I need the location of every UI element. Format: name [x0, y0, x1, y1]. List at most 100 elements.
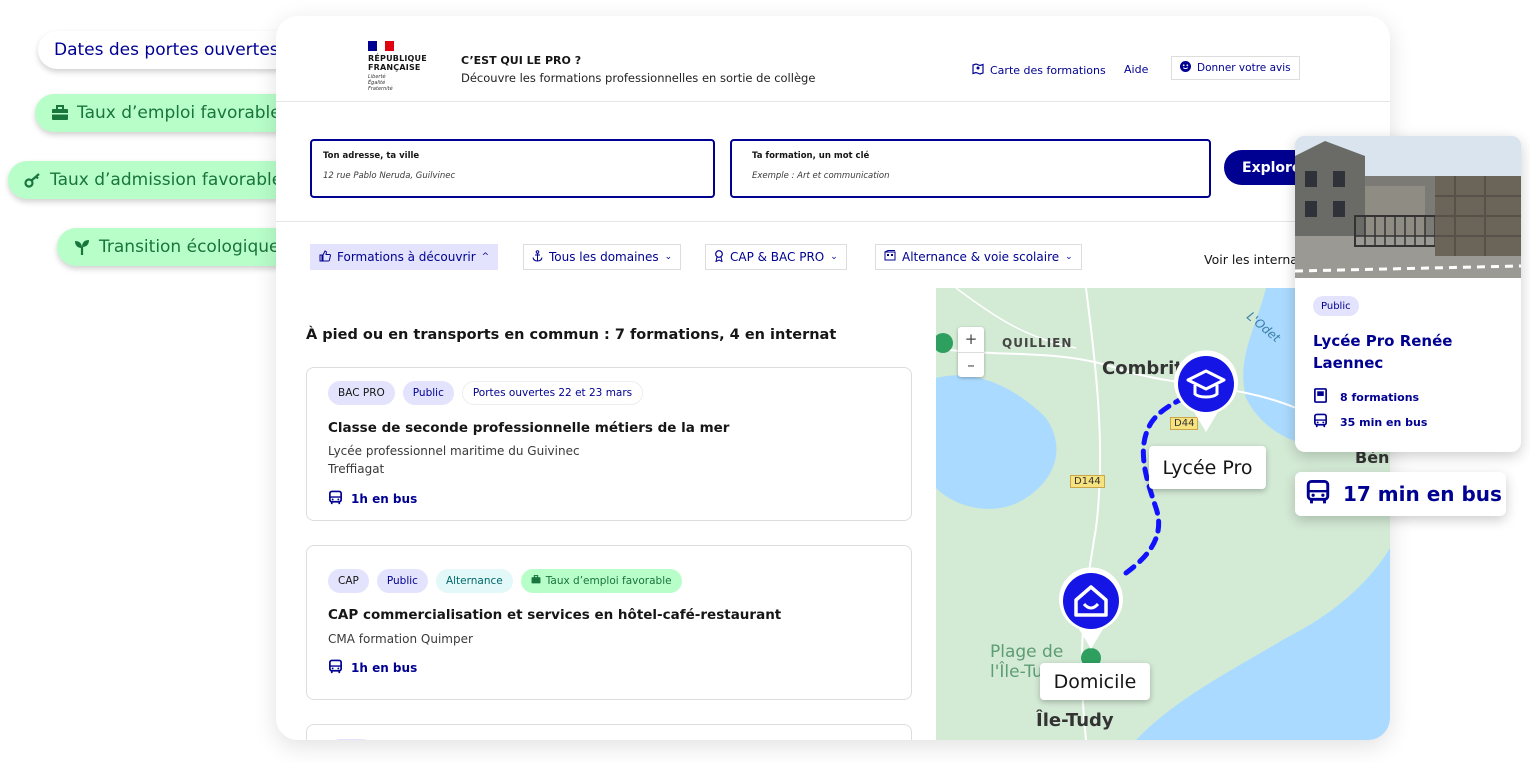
- pill-taux-admission[interactable]: Taux d’admission favorable: [8, 161, 299, 199]
- filter-voie[interactable]: Alternance & voie scolaire ⌄: [875, 244, 1082, 270]
- tag-public: Public: [376, 569, 428, 593]
- card-transport: 1h en bus: [328, 490, 417, 508]
- pill-portes-label: Dates des portes ouvertes: [54, 40, 279, 60]
- thumbs-up-icon: [319, 249, 331, 265]
- tag-placeholder: [328, 739, 374, 740]
- callout-domicile: Domicile: [1040, 663, 1150, 700]
- school-duration-label: 35 min en bus: [1340, 415, 1428, 429]
- briefcase-icon: [531, 575, 541, 587]
- school-tag-public: Public: [1313, 296, 1359, 316]
- filter-formations-a-decouvrir[interactable]: Formations à découvrir ^: [310, 244, 499, 270]
- school-photo: [1295, 136, 1521, 278]
- formation-placeholder[interactable]: Exemple : Art et communication: [752, 171, 1198, 181]
- card-transport-label: 1h en bus: [351, 492, 418, 506]
- bus-duration-badge: 17 min en bus: [1295, 472, 1506, 516]
- pill-emploi-label: Taux d’emploi favorable: [77, 103, 281, 123]
- card-tags: [328, 739, 374, 740]
- formation-search-field[interactable]: Ta formation, un mot clé Exemple : Art e…: [730, 139, 1211, 198]
- anchor-icon: [532, 249, 543, 265]
- tag-taux-emploi: Taux d’emploi favorable: [520, 569, 682, 593]
- card-title: Classe de seconde professionnelle métier…: [328, 420, 730, 436]
- building-icon: [884, 250, 896, 264]
- formation-label: Ta formation, un mot clé: [752, 151, 870, 161]
- pill-portes-ouvertes[interactable]: Dates des portes ouvertes: [38, 31, 295, 69]
- tag-alternance: Alternance: [435, 569, 513, 593]
- zoom-in-button[interactable]: +: [958, 327, 984, 352]
- results-title: À pied ou en transports en commun : 7 fo…: [306, 327, 837, 343]
- tag-public: Public: [402, 381, 454, 405]
- road-d144: D144: [1070, 475, 1105, 488]
- bus-icon: [328, 490, 343, 508]
- devise-fraternite: Fraternité: [368, 86, 393, 92]
- briefcase-icon: [51, 105, 69, 121]
- place-combrit: Combrit: [1102, 358, 1183, 379]
- tag-diploma: BAC PRO: [328, 381, 395, 405]
- map-icon: [972, 63, 984, 78]
- filter-domaines[interactable]: Tous les domaines ⌄: [523, 244, 682, 270]
- address-field[interactable]: Ton adresse, ta ville 12 rue Pablo Nerud…: [310, 139, 715, 198]
- card-title: CAP commercialisation et services en hôt…: [328, 607, 782, 623]
- card-tags: BAC PRO Public Portes ouvertes 22 et 23 …: [328, 381, 644, 405]
- pill-transition-ecologique[interactable]: Transition écologique: [57, 228, 296, 266]
- app-window: RÉPUBLIQUE FRANÇAISE Liberté Égalité Fra…: [276, 16, 1390, 740]
- divider: [276, 221, 1390, 222]
- site-title[interactable]: C’EST QUI LE PRO ?: [461, 54, 581, 67]
- pill-taux-emploi[interactable]: Taux d’emploi favorable: [35, 94, 297, 132]
- school-formations: 8 formations: [1313, 388, 1419, 406]
- card-etablissement: CMA formation Quimper: [328, 632, 473, 646]
- devise: Liberté Égalité Fraternité: [368, 74, 438, 92]
- place-ile-tudy: Île-Tudy: [1036, 710, 1114, 731]
- card-etablissement: Lycée professionnel maritime du Guivinec: [328, 444, 580, 458]
- filter-diplomes[interactable]: CAP & BAC PRO ⌄: [705, 244, 847, 270]
- carte-formations-label: Carte des formations: [990, 64, 1106, 77]
- card-tags: CAP Public Alternance Taux d’emploi favo…: [328, 569, 682, 593]
- voir-internats-toggle[interactable]: Voir les internats: [1204, 252, 1309, 267]
- tag-diploma: CAP: [328, 569, 369, 593]
- bus-icon: [328, 659, 343, 677]
- home-pin[interactable]: [1057, 567, 1125, 651]
- key-icon: [24, 172, 42, 188]
- filter-formations-label: Formations à découvrir: [337, 250, 476, 264]
- smiley-icon: [1180, 61, 1191, 75]
- tag-taux-emploi-label: Taux d’emploi favorable: [545, 575, 672, 587]
- bus-icon: [1305, 479, 1331, 510]
- carte-formations-link[interactable]: Carte des formations: [972, 63, 1106, 78]
- book-icon: [1313, 388, 1328, 406]
- aide-link[interactable]: Aide: [1124, 63, 1148, 76]
- school-popup[interactable]: Public Lycée Pro Renée Laennec 8 formati…: [1295, 136, 1521, 452]
- donner-avis-label: Donner votre avis: [1197, 62, 1291, 74]
- seedling-icon: [73, 238, 91, 256]
- filter-diplomes-label: CAP & BAC PRO: [730, 250, 825, 264]
- card-transport-label: 1h en bus: [351, 661, 418, 675]
- site-subtitle: Découvre les formations professionnelles…: [461, 71, 816, 85]
- chevron-down-icon: ⌄: [1065, 252, 1073, 262]
- zoom-controls: + –: [958, 327, 984, 377]
- republique-label: RÉPUBLIQUE FRANÇAISE: [368, 54, 438, 72]
- formation-card[interactable]: [306, 724, 912, 740]
- school-duration: 35 min en bus: [1313, 413, 1427, 431]
- card-ville: Treffiagat: [328, 462, 385, 476]
- school-pin[interactable]: [1172, 350, 1240, 434]
- card-transport: 1h en bus: [328, 659, 417, 677]
- donner-avis-button[interactable]: Donner votre avis: [1171, 56, 1300, 80]
- bus-duration-label: 17 min en bus: [1343, 482, 1502, 506]
- pill-admission-label: Taux d’admission favorable: [50, 170, 283, 190]
- filter-voie-label: Alternance & voie scolaire: [902, 250, 1060, 264]
- formation-card[interactable]: CAP Public Alternance Taux d’emploi favo…: [306, 545, 912, 700]
- award-icon: [714, 249, 724, 265]
- home-icon: [1059, 567, 1123, 649]
- graduation-cap-icon: [1174, 350, 1238, 432]
- address-value[interactable]: 12 rue Pablo Neruda, Guilvinec: [323, 171, 702, 181]
- zoom-out-button[interactable]: –: [958, 352, 984, 378]
- chevron-down-icon: ⌄: [664, 252, 673, 262]
- republique-francaise-logo[interactable]: RÉPUBLIQUE FRANÇAISE Liberté Égalité Fra…: [368, 41, 438, 92]
- pill-transition-label: Transition écologique: [99, 237, 280, 257]
- school-name[interactable]: Lycée Pro Renée Laennec: [1313, 330, 1503, 374]
- marianne-flag: [368, 41, 395, 51]
- place-quillien: QUILLIEN: [1002, 336, 1073, 350]
- aide-label: Aide: [1124, 63, 1149, 76]
- callout-lycee-pro: Lycée Pro: [1149, 446, 1266, 489]
- republique-line2: FRANÇAISE: [368, 63, 421, 72]
- formation-card[interactable]: BAC PRO Public Portes ouvertes 22 et 23 …: [306, 367, 912, 521]
- address-label: Ton adresse, ta ville: [323, 151, 420, 161]
